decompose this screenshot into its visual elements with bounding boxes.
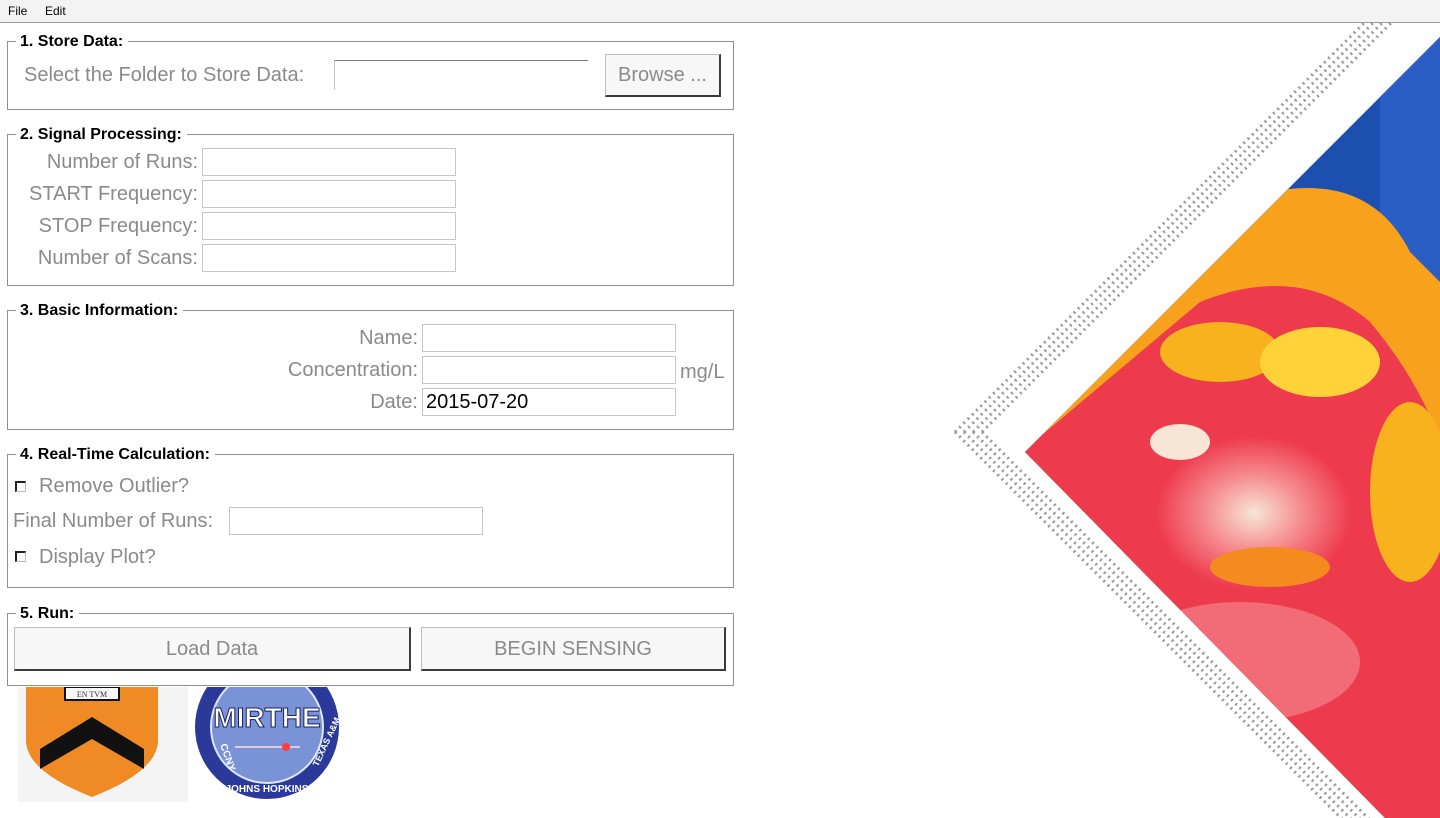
stop-frequency-input[interactable] (202, 212, 456, 240)
menu-bar: File Edit (0, 0, 1440, 23)
run-legend: 5. Run: (16, 604, 80, 623)
runs-input[interactable] (202, 148, 456, 176)
mirthe-title: MIRTHE (213, 702, 320, 733)
mirthe-ring-bottom: JOHNS HOPKINS (226, 784, 309, 795)
menu-file[interactable]: File (8, 4, 27, 18)
shield-ribbon-text: EN TVM (77, 690, 107, 699)
date-label: Date: (370, 391, 418, 413)
realtime-calculation-legend: 4. Real-Time Calculation: (16, 445, 215, 464)
folder-path-field[interactable] (334, 60, 588, 90)
begin-sensing-button[interactable]: BEGIN SENSING (421, 627, 726, 671)
stop-frequency-label: STOP Frequency: (38, 215, 198, 237)
concentration-unit: mg/L (680, 361, 725, 383)
scans-label: Number of Scans: (37, 247, 198, 269)
concentration-input[interactable] (422, 356, 676, 384)
scans-input[interactable] (202, 244, 456, 272)
start-frequency-label: START Frequency: (29, 183, 198, 205)
store-data-legend: 1. Store Data: (16, 32, 129, 51)
signal-processing-legend: 2. Signal Processing: (16, 125, 187, 144)
remove-outlier-label: Remove Outlier? (39, 475, 190, 497)
basic-information-legend: 3. Basic Information: (16, 301, 184, 320)
date-input[interactable]: 2015-07-20 (422, 388, 676, 416)
thermal-image-decoration (953, 22, 1440, 818)
display-plot-checkbox[interactable] (15, 551, 26, 562)
start-frequency-input[interactable] (202, 180, 456, 208)
remove-outlier-checkbox[interactable] (15, 481, 26, 492)
load-data-button[interactable]: Load Data (14, 627, 411, 671)
mirthe-logo: MIRTHE CCNY JOHNS HOPKINS TEXAS A&M (195, 687, 342, 799)
menu-edit[interactable]: Edit (45, 4, 66, 18)
princeton-shield-logo: EN TVM (18, 687, 188, 802)
browse-button[interactable]: Browse ... (605, 54, 721, 97)
name-input[interactable] (422, 324, 676, 352)
final-runs-input[interactable] (229, 507, 483, 535)
final-runs-label: Final Number of Runs: (13, 510, 214, 532)
concentration-label: Concentration: (287, 359, 418, 381)
display-plot-label: Display Plot? (39, 546, 156, 568)
name-label: Name: (359, 327, 418, 349)
runs-label: Number of Runs: (46, 151, 198, 173)
folder-label: Select the Folder to Store Data: (24, 64, 305, 86)
